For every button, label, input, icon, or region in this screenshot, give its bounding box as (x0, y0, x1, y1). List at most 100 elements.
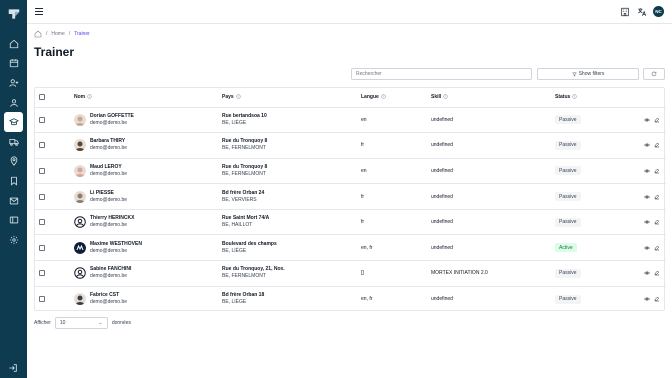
sidebar-item-add-user[interactable] (4, 73, 23, 93)
row-checkbox[interactable] (39, 219, 45, 226)
edit-icon[interactable] (654, 117, 660, 123)
table-row[interactable]: Maxime WESTHOVEN demo@demo.be Boulevard de… (35, 234, 666, 261)
trainer-name: Maud LEROY (90, 163, 122, 170)
row-checkbox[interactable] (39, 270, 45, 277)
row-checkbox[interactable] (39, 244, 45, 251)
translate-icon (637, 7, 646, 16)
ticket-icon (9, 216, 18, 224)
address-line: Rue du Tronquoy, 21, Nox. (222, 266, 285, 273)
row-checkbox[interactable] (39, 193, 45, 200)
view-icon[interactable] (644, 245, 650, 251)
breadcrumb-home[interactable]: Home (51, 31, 64, 37)
edit-icon[interactable] (654, 219, 660, 225)
page-size-select[interactable]: 10 (54, 317, 108, 329)
edit-icon[interactable] (654, 245, 660, 251)
edit-icon[interactable] (654, 168, 660, 174)
refresh-button[interactable] (643, 68, 665, 80)
sidebar-item-mail[interactable] (4, 191, 23, 211)
mail-icon (9, 197, 18, 204)
trainer-email: demo@demo.be (90, 196, 128, 203)
show-label: Afficher (34, 320, 51, 326)
search-input[interactable] (351, 68, 532, 80)
address-country-city: BE, FERNELMONT (222, 170, 266, 177)
table-row[interactable]: Thierry HERINCKX demo@demo.be Rue Saint Mo… (35, 209, 666, 235)
pagination-footer: Afficher 10 données (34, 317, 131, 329)
trainer-email: demo@demo.be (90, 170, 128, 177)
language-cell: en (361, 167, 367, 174)
sidebar-item-trainer[interactable] (4, 112, 23, 132)
show-filters-label: Show filters (578, 71, 605, 77)
skill-cell: undefined (431, 193, 453, 200)
row-checkbox[interactable] (39, 116, 45, 123)
table-row[interactable]: Fabrice CST demo@demo.be Bd frère Orban 18… (35, 286, 666, 312)
building-icon (620, 7, 629, 16)
language-cell: fr (361, 219, 365, 226)
column-header-skill[interactable]: Skill (431, 88, 555, 107)
view-icon[interactable] (644, 219, 650, 225)
trainer-cell: Li PIESSE demo@demo.be (74, 190, 222, 204)
edit-icon[interactable] (654, 270, 660, 276)
view-icon[interactable] (644, 296, 650, 302)
calendar-icon (9, 59, 18, 68)
edit-icon[interactable] (654, 194, 660, 200)
sidebar-item-bookmarks[interactable] (4, 171, 23, 191)
edit-icon[interactable] (654, 296, 660, 302)
show-filters-button[interactable]: Show filters (537, 68, 639, 80)
sidebar-item-location[interactable] (4, 152, 23, 172)
view-icon[interactable] (644, 270, 650, 276)
view-icon[interactable] (644, 142, 650, 148)
logout-button[interactable] (8, 360, 19, 372)
address-line: Rue Saint Mort 74/A (222, 215, 270, 222)
table-row[interactable]: Sabine FANCHINI demo@demo.be Rue du Tronqu… (35, 260, 666, 287)
trainer-email: demo@demo.be (90, 273, 128, 280)
sidebar-item-users[interactable] (4, 93, 23, 113)
avatar (74, 190, 86, 203)
view-icon[interactable] (644, 168, 650, 174)
address-country-city: BE, HAILLOT (222, 222, 253, 229)
sidebar-item-calendar[interactable] (4, 54, 23, 74)
trainer-name: Sabine FANCHINI (90, 266, 132, 273)
column-header-status[interactable]: Status (555, 88, 630, 107)
column-header-name[interactable]: Nom (74, 88, 222, 107)
home-icon[interactable] (34, 30, 42, 38)
address-country-city: BE, LIÈGE (222, 299, 247, 306)
breadcrumb-current: Trainer (74, 31, 90, 37)
row-checkbox[interactable] (39, 167, 45, 174)
user-avatar[interactable]: NC (653, 6, 664, 17)
language-button[interactable] (636, 6, 647, 17)
row-checkbox[interactable] (39, 142, 45, 149)
column-header-language[interactable]: Langue (361, 88, 431, 107)
sidebar-item-truck[interactable] (4, 132, 23, 152)
trainer-email: demo@demo.be (90, 247, 128, 254)
avatar (74, 293, 86, 306)
table-row[interactable]: Dorian GOFFETTE demo@demo.be Rue bertandso… (35, 107, 666, 133)
edit-icon[interactable] (654, 142, 660, 148)
view-icon[interactable] (644, 194, 650, 200)
trainer-cell: Dorian GOFFETTE demo@demo.be (74, 113, 222, 127)
menu-toggle-icon[interactable] (35, 8, 43, 15)
select-all-checkbox[interactable] (39, 94, 45, 101)
chevron-down-icon (98, 322, 102, 324)
row-checkbox[interactable] (39, 296, 45, 303)
org-button[interactable] (619, 6, 630, 17)
view-icon[interactable] (644, 117, 650, 123)
table-row[interactable]: Maud LEROY demo@demo.be Rue du Tronquoy 8B… (35, 158, 666, 184)
trainer-name: Dorian GOFFETTE (90, 112, 134, 119)
address-country-city: BE, LIÈGE (222, 247, 247, 254)
sort-icon (381, 94, 386, 100)
sidebar-item-tickets[interactable] (4, 210, 23, 230)
trainer-cell: Maxime WESTHOVEN demo@demo.be (74, 241, 222, 255)
filter-icon (571, 72, 577, 77)
address-line: Rue du Tronquoy 8 (222, 163, 268, 170)
breadcrumb: / Home / Trainer (34, 30, 90, 38)
app-logo-icon[interactable] (7, 7, 21, 21)
trainer-table: Nom Pays Langue Skill Status Dorian GOFF… (34, 87, 666, 312)
sidebar-item-settings[interactable] (4, 230, 23, 250)
skill-cell: undefined (431, 219, 453, 226)
table-row[interactable]: Barbara THIRY demo@demo.be Rue du Tronquoy… (35, 132, 666, 159)
sidebar-item-home[interactable] (4, 34, 23, 54)
trainer-email: demo@demo.be (90, 222, 128, 229)
table-row[interactable]: Li PIESSE demo@demo.be Bd frère Orban 24 BE… (35, 183, 666, 210)
address-line: Bd frère Orban 24 (222, 189, 265, 196)
column-header-country[interactable]: Pays (222, 88, 361, 107)
